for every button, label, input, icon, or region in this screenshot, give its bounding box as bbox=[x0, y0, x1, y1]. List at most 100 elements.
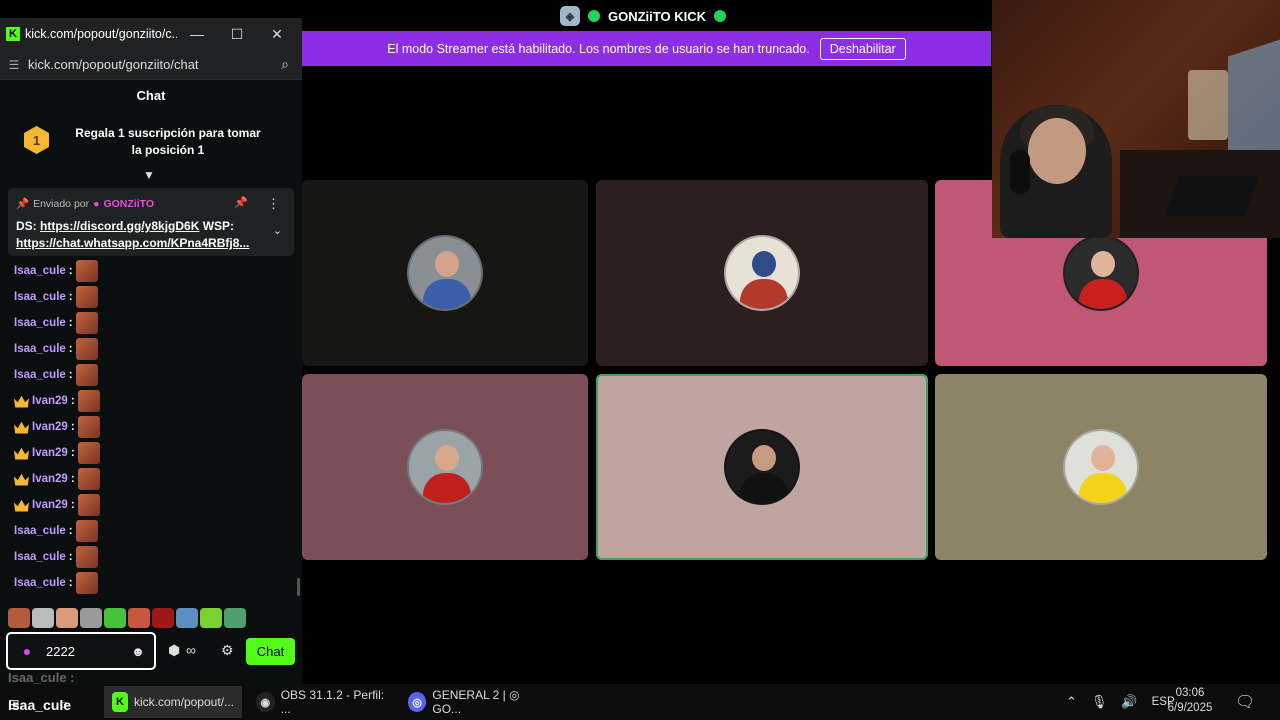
taskbar-app-label: OBS 31.1.2 - Perfil: ... bbox=[280, 688, 385, 716]
kick-logo-icon: K bbox=[6, 27, 20, 41]
chat-message: Ivan29: bbox=[14, 494, 100, 516]
gift-sub-banner[interactable]: 1 Regala 1 suscripción para tomar la pos… bbox=[0, 116, 302, 166]
chevron-up-icon[interactable]: ⌃ bbox=[1066, 694, 1077, 710]
minimize-icon[interactable]: — bbox=[177, 26, 217, 42]
chat-username[interactable]: Isaa_cule bbox=[14, 551, 66, 563]
live-dot-icon bbox=[713, 10, 726, 22]
participant-tile-speaking[interactable] bbox=[596, 374, 928, 560]
address-bar[interactable]: ☰ kick.com/popout/gonziito/chat ⌕ bbox=[0, 50, 302, 80]
send-chat-button[interactable]: Chat bbox=[246, 638, 295, 665]
chat-username[interactable]: Ivan29 bbox=[32, 395, 68, 407]
chat-message: Isaa_cule: bbox=[14, 572, 98, 594]
emote-icon[interactable] bbox=[80, 608, 102, 628]
whatsapp-link[interactable]: https://chat.whatsapp.com/KPna4RBfj8... bbox=[16, 236, 260, 250]
chat-separator: : bbox=[68, 343, 73, 355]
discord-link[interactable]: https://discord.gg/y8kjgD6K bbox=[40, 219, 199, 233]
pinned-author[interactable]: GONZiiTO bbox=[103, 198, 154, 210]
more-options-icon[interactable]: ⋮ bbox=[267, 196, 280, 212]
collapse-icon[interactable]: ▼ bbox=[143, 168, 155, 182]
obs-icon: ◉ bbox=[256, 692, 275, 712]
chat-separator: : bbox=[70, 473, 75, 485]
window-titlebar: K kick.com/popout/gonziito/c... — ☐ ✕ bbox=[0, 18, 302, 50]
chat-username[interactable]: Ivan29 bbox=[32, 473, 68, 485]
chat-separator: : bbox=[68, 317, 73, 329]
chat-username[interactable]: Isaa_cule bbox=[14, 317, 66, 329]
pinned-message: 📌 Enviado por ● GONZiiTO 📌 ⋮ ⌄ DS: https… bbox=[8, 188, 294, 256]
taskbar-app-discord[interactable]: ◎ GENERAL 2 | ◎ GO... bbox=[400, 686, 550, 718]
emote-quick-bar bbox=[8, 608, 248, 630]
emote-icon[interactable] bbox=[224, 608, 246, 628]
participant-tile[interactable] bbox=[302, 180, 588, 366]
chat-username[interactable]: Ivan29 bbox=[32, 447, 68, 459]
chat-username[interactable]: Ivan29 bbox=[32, 499, 68, 511]
emote-icon bbox=[77, 468, 100, 490]
close-icon[interactable]: ✕ bbox=[257, 26, 297, 43]
participant-avatar bbox=[724, 429, 800, 505]
clock-date: 6/9/2025 bbox=[1167, 702, 1213, 714]
rank-badge-icon: 1 bbox=[24, 126, 49, 154]
infinity-icon[interactable]: ∞ bbox=[186, 642, 196, 658]
pinned-header: 📌 Enviado por ● GONZiiTO bbox=[16, 197, 154, 211]
maximize-icon[interactable]: ☐ bbox=[217, 26, 257, 43]
overlay-username: Isaa_cule bbox=[8, 697, 72, 713]
participant-tile[interactable] bbox=[935, 374, 1267, 560]
emote-icon bbox=[77, 416, 100, 438]
chat-message: Isaa_cule: bbox=[14, 546, 98, 568]
crown-badge-icon bbox=[14, 421, 29, 434]
chat-input-value[interactable]: 2222 bbox=[46, 644, 122, 659]
gear-icon[interactable]: ⚙ bbox=[221, 642, 234, 659]
emote-icon[interactable] bbox=[200, 608, 222, 628]
mic-icon: ● bbox=[93, 197, 100, 210]
chat-scrollbar[interactable] bbox=[297, 578, 300, 596]
emote-icon[interactable] bbox=[56, 608, 78, 628]
participant-tile[interactable] bbox=[302, 374, 588, 560]
chat-message: Isaa_cule: bbox=[14, 520, 98, 542]
search-icon[interactable]: ⌕ bbox=[268, 56, 302, 73]
emote-icon[interactable] bbox=[32, 608, 54, 628]
volume-icon[interactable]: 🔊 bbox=[1121, 694, 1137, 710]
participant-avatar bbox=[724, 235, 800, 311]
chat-message-input[interactable]: ● 2222 ☻ bbox=[6, 632, 156, 670]
emote-icon bbox=[75, 572, 98, 594]
emoji-picker-icon[interactable]: ☻ bbox=[122, 644, 154, 659]
chat-separator: : bbox=[68, 525, 73, 537]
chat-username[interactable]: Isaa_cule bbox=[14, 343, 66, 355]
emote-icon bbox=[75, 286, 98, 308]
chat-separator: : bbox=[68, 265, 73, 277]
chat-username[interactable]: Isaa_cule bbox=[14, 577, 66, 589]
participant-tile[interactable] bbox=[596, 180, 928, 366]
emote-icon[interactable] bbox=[128, 608, 150, 628]
crown-badge-icon bbox=[14, 473, 29, 486]
chat-username[interactable]: Ivan29 bbox=[32, 421, 68, 433]
kicks-icon[interactable]: ⬢ bbox=[168, 642, 180, 659]
call-header: ◈ GONZiiTO KICK bbox=[560, 6, 726, 26]
chat-separator: : bbox=[70, 499, 75, 511]
gift-sub-text: Regala 1 suscripción para tomar la posic… bbox=[75, 126, 261, 157]
taskbar-app-kick[interactable]: K kick.com/popout/... bbox=[104, 686, 242, 718]
emote-icon[interactable] bbox=[8, 608, 30, 628]
emote-icon[interactable] bbox=[152, 608, 174, 628]
chat-message: Isaa_cule: bbox=[14, 338, 98, 360]
pin-icon: 📌 bbox=[16, 198, 30, 210]
unpin-icon[interactable]: 📌 bbox=[234, 196, 248, 209]
kick-logo-icon: K bbox=[112, 692, 128, 712]
chat-username[interactable]: Isaa_cule bbox=[14, 369, 66, 381]
discord-icon: ◎ bbox=[408, 692, 427, 712]
notifications-icon[interactable]: 🗨 bbox=[1235, 692, 1255, 712]
chat-username[interactable]: Isaa_cule bbox=[14, 265, 66, 277]
emote-icon[interactable] bbox=[176, 608, 198, 628]
emote-icon bbox=[77, 494, 100, 516]
system-tray: ⌃ 🎙 🔊 ESP bbox=[1066, 686, 1175, 718]
participant-avatar bbox=[1063, 429, 1139, 505]
taskbar-app-obs[interactable]: ◉ OBS 31.1.2 - Perfil: ... bbox=[248, 686, 398, 718]
microphone-icon[interactable]: 🎙 bbox=[1091, 694, 1108, 710]
chat-username[interactable]: Isaa_cule bbox=[14, 291, 66, 303]
chat-username[interactable]: Isaa_cule bbox=[14, 525, 66, 537]
disable-streamer-button[interactable]: Deshabilitar bbox=[819, 37, 906, 60]
taskbar-clock[interactable]: 03:06 6/9/2025 bbox=[1160, 686, 1220, 716]
chat-separator: : bbox=[68, 369, 73, 381]
site-settings-icon[interactable]: ☰ bbox=[0, 58, 28, 72]
emote-icon[interactable] bbox=[104, 608, 126, 628]
chevron-down-icon[interactable]: ⌄ bbox=[273, 224, 282, 237]
participant-avatar bbox=[407, 429, 483, 505]
